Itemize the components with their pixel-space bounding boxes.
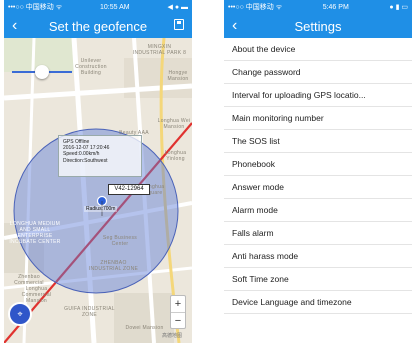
geofence-screen: •••○○ 中国移动 ᯤ 10:55 AM ◀ ● ▬ ‹ Set the ge… [4, 0, 192, 343]
device-info-popup: GPS Offline 2016-12-07 17:20:46 Speed:0.… [58, 135, 142, 177]
map-label: Dowei Mansion [125, 325, 164, 331]
device-plate-label: V42-12964 [108, 184, 150, 195]
status-bar: •••○○ 中国移动 ᯤ 5:46 PM ● ▮ ▭ [224, 0, 412, 14]
save-icon[interactable] [174, 19, 184, 30]
zoom-out-button[interactable]: − [171, 313, 185, 329]
locate-icon[interactable]: ⌖ [8, 302, 32, 326]
map-label: Longhua Wei Mansion [157, 118, 191, 130]
page-title: Settings [294, 18, 342, 34]
settings-screen: •••○○ 中国移动 ᯤ 5:46 PM ● ▮ ▭ ‹ Settings Ab… [224, 0, 412, 343]
settings-item-anti-harass[interactable]: Anti harass mode [224, 245, 412, 268]
map-label: Longhua Yinlong [164, 150, 187, 162]
map-label: Seg Business Center [102, 235, 138, 247]
nav-bar: ‹ Settings [224, 14, 412, 38]
slider-knob[interactable] [35, 65, 49, 79]
back-chevron-icon[interactable]: ‹ [232, 16, 237, 36]
settings-item-sos-list[interactable]: The SOS list [224, 130, 412, 153]
back-chevron-icon[interactable]: ‹ [12, 16, 17, 36]
map-view[interactable]: MINGXIN INDUSTRIAL PARK 8 Unilever Const… [4, 38, 192, 343]
settings-item-answer-mode[interactable]: Answer mode [224, 176, 412, 199]
settings-list: About the device Change password Interva… [224, 38, 412, 314]
status-time: 5:46 PM [322, 3, 349, 11]
settings-item-gps-interval[interactable]: Interval for uploading GPS locatio... [224, 84, 412, 107]
nav-bar: ‹ Set the geofence [4, 14, 192, 38]
carrier-signal: •••○○ 中国移动 ᯤ [8, 4, 63, 11]
page-title: Set the geofence [48, 18, 148, 34]
map-watermark: 高德地图 [161, 333, 182, 339]
map-label: Zhenbao Commercial [14, 274, 44, 286]
settings-item-change-password[interactable]: Change password [224, 61, 412, 84]
map-label: MINGXIN INDUSTRIAL PARK 8 [132, 44, 187, 56]
zoom-in-button[interactable]: + [171, 296, 185, 313]
settings-item-phonebook[interactable]: Phonebook [224, 153, 412, 176]
settings-item-falls-alarm[interactable]: Falls alarm [224, 222, 412, 245]
gps-direction: Direction:Southwest [63, 157, 108, 164]
map-label: Unilever Construction Building [75, 58, 107, 76]
settings-item-language[interactable]: Device Language and timezone [224, 291, 412, 314]
settings-item-alarm-mode[interactable]: Alarm mode [224, 199, 412, 222]
status-time: 10:55 AM [100, 3, 130, 11]
radius-label: Radius:700m [84, 206, 118, 212]
map-label: ZHENBAO INDUSTRIAL ZONE [88, 260, 139, 272]
settings-item-monitoring-number[interactable]: Main monitoring number [224, 107, 412, 130]
settings-item-time-zone[interactable]: Soft Time zone [224, 268, 412, 291]
radius-slider[interactable] [12, 65, 72, 79]
map-label: Hongye Mansion [167, 70, 189, 82]
map-label: LONGHUA MEDIUM AND SMALL ENTERPRISE INCU… [9, 221, 61, 245]
zoom-control: + − [170, 295, 186, 329]
status-icons: ◀ ● ▬ [167, 4, 188, 11]
status-bar: •••○○ 中国移动 ᯤ 10:55 AM ◀ ● ▬ [4, 0, 192, 14]
map-label: GUIFA INDUSTRIAL ZONE [64, 306, 115, 318]
carrier-signal: •••○○ 中国移动 ᯤ [228, 4, 283, 11]
status-icons: ● ▮ ▭ [389, 4, 408, 11]
settings-item-about[interactable]: About the device [224, 38, 412, 61]
